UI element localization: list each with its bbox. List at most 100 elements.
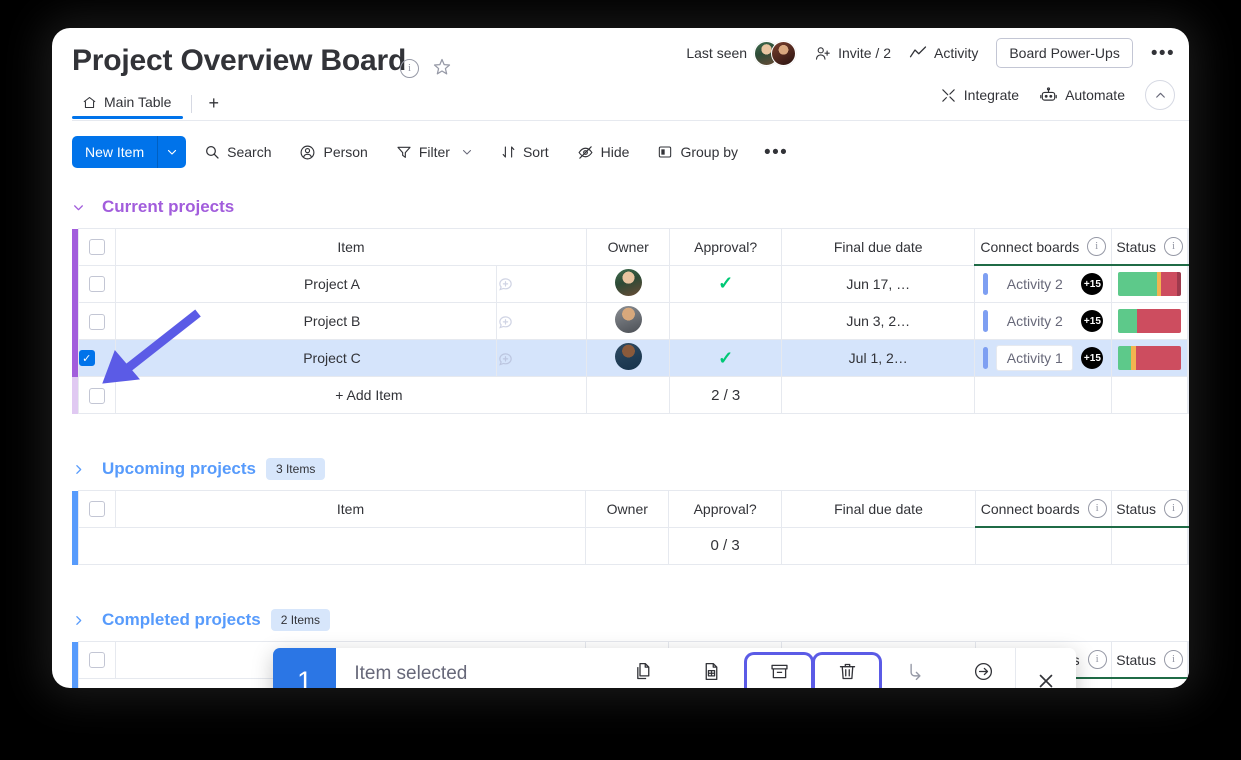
column-header-owner[interactable]: Owner [585,490,670,528]
connect-overflow-badge[interactable]: +15 [1081,347,1104,369]
activity-button[interactable]: Activity [909,45,978,61]
table-row-selected[interactable]: ✓ Project C ✓ Jul 1, 2… Activity 1 +15 [72,339,1189,377]
group-title[interactable]: Completed projects [102,610,261,630]
info-icon[interactable]: i [1087,499,1107,518]
new-item-dropdown-button[interactable] [158,136,187,168]
archive-button[interactable]: Archive [747,655,811,688]
group-header-current-projects[interactable]: Current projects [72,190,1189,224]
row-due-date[interactable]: Jun 17, … [781,264,976,303]
add-tab-button[interactable]: + [200,91,227,116]
chevron-right-icon[interactable] [72,463,92,476]
table-footer-row[interactable]: + Add Item 2 / 3 [72,376,1189,414]
chevron-down-icon[interactable] [461,146,473,158]
row-connect-boards-cell[interactable]: Activity 2 +15 [974,302,1113,340]
chat-add-icon[interactable] [497,350,586,367]
row-checkbox[interactable] [88,276,105,293]
connect-overflow-badge[interactable]: +15 [1081,310,1104,332]
column-header-final-due-date[interactable]: Final due date [780,490,977,528]
move-to-button[interactable]: Move to [951,655,1015,688]
row-connect-boards-cell[interactable]: Activity 2 +15 [974,264,1113,303]
add-item-button[interactable]: + Add Item [114,376,588,414]
row-item-name[interactable]: Project C [114,339,498,377]
select-all-checkbox[interactable] [88,501,105,518]
convert-button[interactable]: Convert [883,655,947,688]
connect-overflow-badge[interactable]: +15 [1081,273,1104,295]
row-item-name[interactable]: Project A [114,264,498,303]
column-header-final-due-date[interactable]: Final due date [781,228,976,266]
chat-add-icon[interactable] [497,313,586,330]
footer-checkbox[interactable] [88,387,105,404]
row-owner-cell[interactable] [586,264,671,303]
info-icon[interactable]: i [1164,499,1183,518]
integrate-button[interactable]: Integrate [940,87,1019,104]
row-chat-cell[interactable] [496,339,588,377]
column-header-approval[interactable]: Approval? [669,228,783,266]
collapse-header-button[interactable] [1145,80,1175,110]
row-checkbox-project-c[interactable]: ✓ [78,350,95,366]
info-icon[interactable]: i [1164,650,1183,669]
row-chat-cell[interactable] [496,302,588,340]
chat-add-icon[interactable] [497,275,586,292]
column-header-approval[interactable]: Approval? [668,490,782,528]
info-icon[interactable]: i [1087,650,1107,669]
group-by-button[interactable]: Group by [647,138,748,166]
row-status-cell[interactable] [1111,339,1188,377]
row-status-cell[interactable] [1111,264,1188,303]
select-all-cell[interactable] [77,228,116,266]
row-checkbox-cell[interactable] [77,302,116,340]
toolbar-more-button[interactable]: ••• [754,143,798,162]
row-owner-cell[interactable] [586,302,671,340]
duplicate-button[interactable]: Duplicate [611,655,675,688]
tab-main-table[interactable]: Main Table [72,88,184,119]
search-button[interactable]: Search [194,138,281,166]
sort-button[interactable]: Sort [491,138,559,166]
select-all-cell[interactable] [77,490,116,528]
row-owner-cell[interactable] [586,339,671,377]
row-approval-cell[interactable]: ✓ [669,339,783,377]
select-all-cell[interactable] [77,641,116,679]
row-chat-cell[interactable] [496,264,588,303]
delete-button[interactable]: Delete [815,655,879,688]
select-all-checkbox[interactable] [88,652,105,669]
group-header-completed-projects[interactable]: Completed projects 2 Items [72,603,1189,637]
column-header-add[interactable] [1187,490,1189,528]
close-action-bar-button[interactable] [1015,648,1076,688]
group-header-upcoming-projects[interactable]: Upcoming projects 3 Items [72,452,1189,486]
row-due-date[interactable]: Jun 3, 2… [781,302,976,340]
info-icon[interactable]: i [1164,237,1184,256]
row-connect-boards-cell[interactable]: Activity 1 +15 [974,339,1113,377]
group-title[interactable]: Current projects [102,197,234,217]
connect-board-chip[interactable]: Activity 2 [996,313,1073,329]
column-header-status[interactable]: Status i [1111,490,1188,528]
last-seen-avatars[interactable] [754,40,797,66]
person-filter-button[interactable]: Person [289,138,377,167]
invite-button[interactable]: Invite / 2 [814,45,891,62]
chevron-right-icon[interactable] [72,614,92,627]
column-header-item[interactable]: Item [114,228,588,266]
column-header-add[interactable] [1187,228,1189,266]
column-header-connect-boards[interactable]: Connect boards i [975,490,1113,528]
footer-checkbox-cell[interactable] [77,376,116,414]
connect-board-chip[interactable]: Activity 1 [996,345,1074,371]
hide-button[interactable]: Hide [567,138,640,167]
info-icon[interactable]: i [1087,237,1107,256]
connect-board-chip[interactable]: Activity 2 [996,276,1073,292]
new-item-button[interactable]: New Item [72,136,187,168]
row-checkbox[interactable] [88,313,105,330]
row-status-cell[interactable] [1111,302,1188,340]
row-due-date[interactable]: Jul 1, 2… [781,339,976,377]
row-item-name[interactable]: Project B [114,302,498,340]
export-button[interactable]: Export [679,655,743,688]
info-icon[interactable]: i [400,59,419,78]
group-title[interactable]: Upcoming projects [102,459,256,479]
automate-button[interactable]: Automate [1039,86,1125,104]
row-approval-cell[interactable] [669,302,783,340]
filter-button[interactable]: Filter [386,138,483,166]
table-row[interactable]: Project A ✓ Jun 17, … Activity 2 +15 [72,264,1189,303]
row-approval-cell[interactable]: ✓ [669,264,783,303]
board-power-ups-button[interactable]: Board Power-Ups [996,38,1133,68]
star-icon[interactable] [432,57,452,77]
column-header-owner[interactable]: Owner [586,228,671,266]
column-header-item[interactable]: Item [114,490,587,528]
row-checkbox-cell[interactable]: ✓ [77,339,116,377]
